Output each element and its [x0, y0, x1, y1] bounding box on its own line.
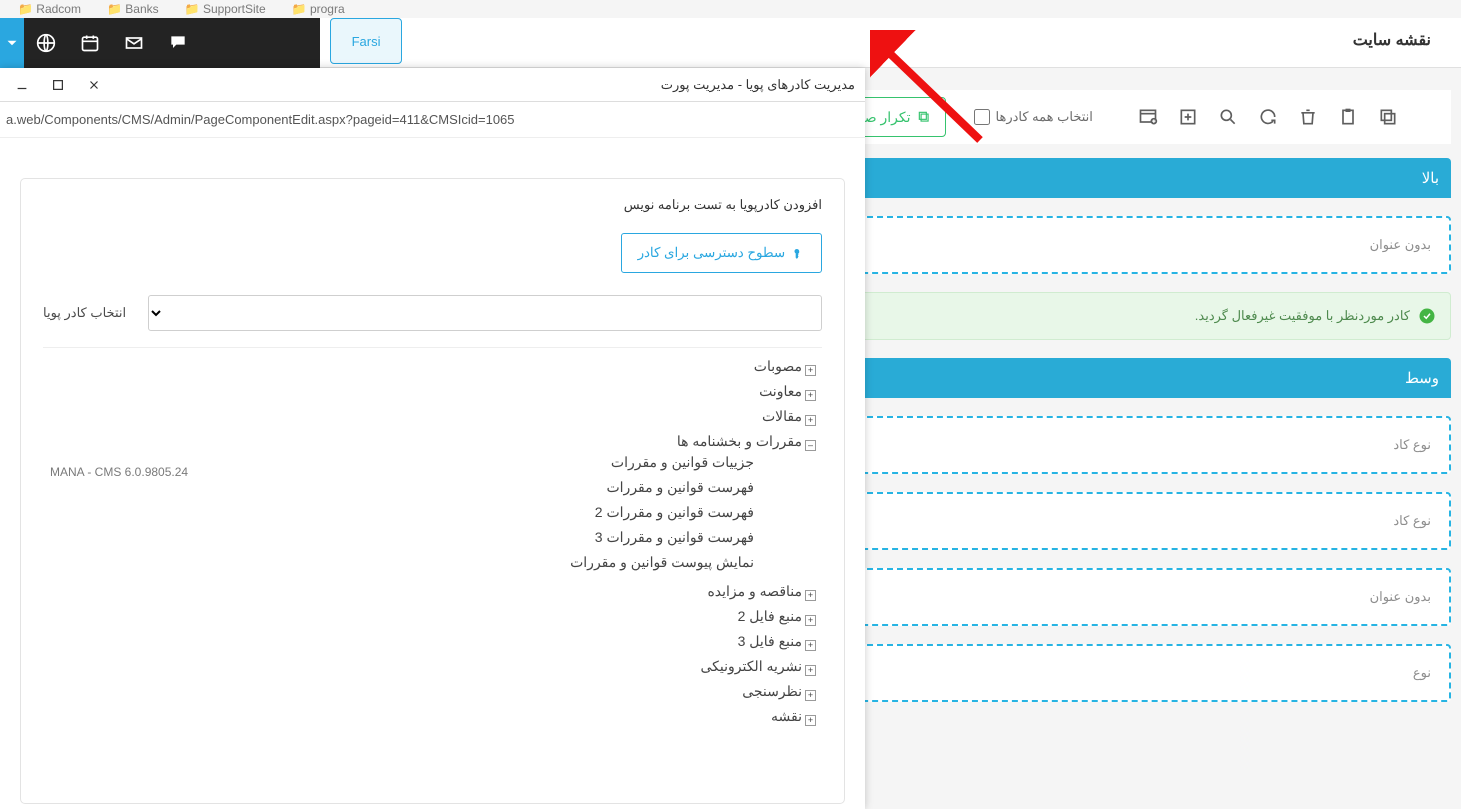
bookmark-item[interactable]: 📁 progra — [292, 2, 345, 16]
tree-node[interactable]: نشریه الکترونیکی — [43, 654, 822, 679]
tree-node[interactable]: مقالات — [43, 404, 822, 429]
refresh-icon[interactable] — [1255, 104, 1281, 130]
globe-icon[interactable] — [24, 18, 68, 68]
tree-node[interactable]: منبع فایل 2 — [43, 604, 822, 629]
mail-icon[interactable] — [112, 18, 156, 68]
tree-node[interactable]: نظرسنجی — [43, 679, 822, 704]
box-untitled: بدون عنوان — [1370, 237, 1431, 253]
cms-version: MANA - CMS 6.0.9805.24 — [50, 465, 188, 479]
tree-node[interactable]: فهرست قوانین و مقررات 3 — [43, 525, 774, 550]
bookmark-item[interactable]: 📁 Banks — [107, 2, 159, 16]
search-icon[interactable] — [1215, 104, 1241, 130]
folder-icon: 📁 — [18, 2, 33, 16]
color-dropdown[interactable] — [0, 18, 24, 68]
bookmark-item[interactable]: 📁 Radcom — [18, 2, 81, 16]
folder-icon: 📁 — [107, 2, 122, 16]
select-all-label: انتخاب همه کادرها — [996, 109, 1093, 125]
paste-icon[interactable] — [1335, 104, 1361, 130]
folder-icon: 📁 — [185, 2, 200, 16]
add-panel-icon[interactable] — [1135, 104, 1161, 130]
window-maximize-icon[interactable] — [46, 78, 70, 92]
bookmark-bar: 📁 Radcom 📁 Banks 📁 SupportSite 📁 progra — [0, 0, 345, 18]
window-close-icon[interactable] — [82, 78, 106, 92]
popup-address: a.web/Components/CMS/Admin/PageComponent… — [0, 102, 865, 138]
tree-node[interactable]: نقشه — [43, 704, 822, 729]
tree-node[interactable]: منبع فایل 3 — [43, 629, 822, 654]
access-levels-button[interactable]: سطوح دسترسی برای کادر — [621, 233, 822, 273]
window-minimize-icon[interactable] — [10, 78, 34, 92]
delete-icon[interactable] — [1295, 104, 1321, 130]
copy-icon[interactable] — [1375, 104, 1401, 130]
chat-icon[interactable] — [156, 18, 200, 68]
calendar-icon[interactable] — [68, 18, 112, 68]
add-icon[interactable] — [1175, 104, 1201, 130]
tree-node[interactable]: مصوبات — [43, 354, 822, 379]
lang-tab-farsi[interactable]: Farsi — [330, 18, 402, 64]
popup-window: مدیریت کادرهای پویا - مدیریت پورت a.web/… — [0, 68, 865, 809]
bookmark-item[interactable]: 📁 SupportSite — [185, 2, 266, 16]
popup-card-title: افزودن کادرپویا به تست برنامه نویس — [43, 197, 822, 213]
dark-nav — [0, 18, 320, 68]
tab-bar: Farsi نقشه سایت — [320, 18, 1461, 68]
popup-titlebar: مدیریت کادرهای پویا - مدیریت پورت — [0, 68, 865, 102]
tree-node[interactable]: معاونت — [43, 379, 822, 404]
select-all-checkbox[interactable] — [974, 109, 990, 125]
tree-view: مصوباتمعاونتمقالاتمقررات و بخشنامه هاجزی… — [43, 347, 822, 785]
dynamic-box-label: انتخاب کادر پویا — [43, 305, 126, 321]
tree-node[interactable]: نمایش پیوست قوانین و مقررات — [43, 550, 774, 575]
tree-node[interactable]: مقررات و بخشنامه هاجزییات قوانین و مقررا… — [43, 429, 822, 579]
folder-icon: 📁 — [292, 2, 307, 16]
tree-node[interactable]: مناقصه و مزایده — [43, 579, 822, 604]
tree-node[interactable]: فهرست قوانین و مقررات 2 — [43, 500, 774, 525]
sitemap-tab[interactable]: نقشه سایت — [1353, 30, 1431, 50]
dynamic-box-select[interactable] — [148, 295, 822, 331]
